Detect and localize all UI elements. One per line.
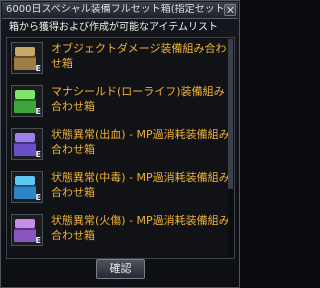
item-list-window: 6000日スペシャル装備フルセット箱(指定セット) 箱から獲得および作成が可能な… (0, 0, 240, 288)
equipment-badge: E (35, 107, 41, 116)
equipment-badge: E (35, 150, 41, 159)
list-item[interactable]: E オブジェクトダメージ装備組み合わせ箱 (11, 40, 231, 78)
item-name: 状態異常(出血) - MP過消耗装備組み合わせ箱 (51, 128, 230, 156)
close-button[interactable] (224, 4, 236, 16)
equipment-badge: E (35, 236, 41, 245)
box-icon: E (11, 171, 43, 203)
box-icon: E (11, 42, 43, 74)
item-name: 状態異常(中毒) - MP過消耗装備組み合わせ箱 (51, 171, 230, 199)
item-list: E オブジェクトダメージ装備組み合わせ箱 E マナシールド(ローライフ)装備組み… (6, 37, 235, 259)
window-title: 6000日スペシャル装備フルセット箱(指定セット) (6, 4, 224, 15)
equipment-badge: E (35, 64, 41, 73)
scrollbar-thumb[interactable] (228, 39, 233, 189)
list-header: 箱から獲得および作成が可能なアイテムリスト (9, 22, 218, 33)
box-icon: E (11, 214, 43, 246)
confirm-button[interactable]: 確認 (96, 259, 145, 279)
item-name: オブジェクトダメージ装備組み合わせ箱 (51, 42, 227, 70)
list-item[interactable]: E 状態異常(出血) - MP過消耗装備組み合わせ箱 (11, 126, 231, 164)
item-name: 状態異常(火傷) - MP過消耗装備組み合わせ箱 (51, 214, 230, 242)
box-icon: E (11, 128, 43, 160)
list-item[interactable]: E 状態異常(火傷) - MP過消耗装備組み合わせ箱 (11, 212, 231, 250)
scrollbar[interactable] (228, 39, 233, 257)
list-item[interactable]: E 状態異常(中毒) - MP過消耗装備組み合わせ箱 (11, 169, 231, 207)
box-icon: E (11, 85, 43, 117)
item-name: マナシールド(ローライフ)装備組み合わせ箱 (51, 85, 225, 113)
list-item[interactable]: E マナシールド(ローライフ)装備組み合わせ箱 (11, 83, 231, 121)
title-bar[interactable]: 6000日スペシャル装備フルセット箱(指定セット) (2, 2, 238, 19)
equipment-badge: E (35, 193, 41, 202)
